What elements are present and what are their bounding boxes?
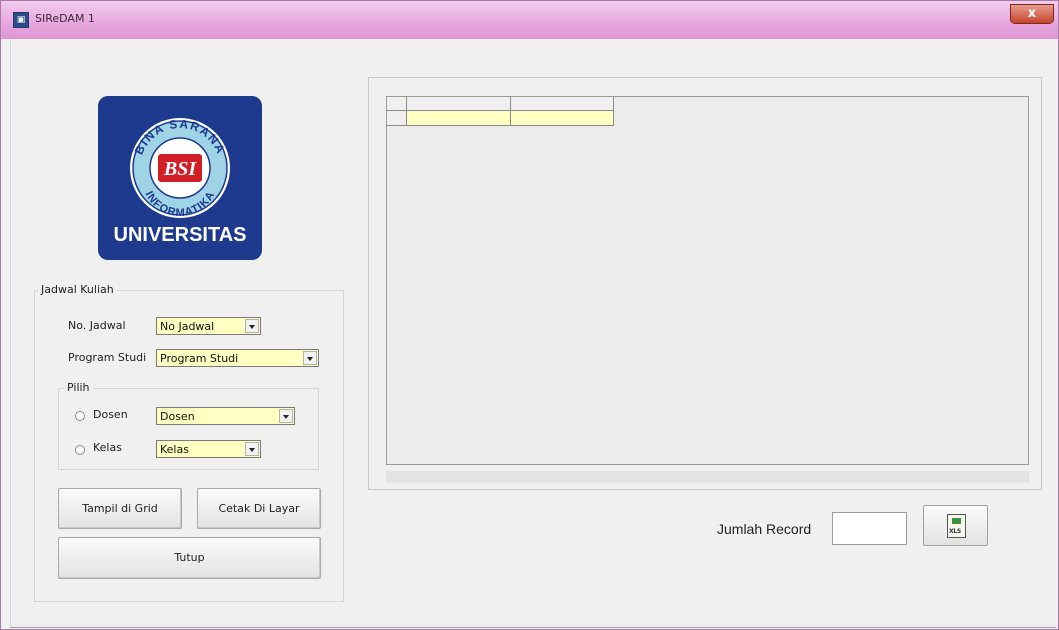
no-jadwal-combo[interactable]: No Jadwal [156,317,261,335]
program-studi-combo[interactable]: Program Studi [156,349,319,367]
grid-horizontal-scrollbar[interactable] [386,471,1029,483]
title-bar[interactable]: ▣ SIReDAM 1 x [1,1,1058,39]
jumlah-record-field[interactable] [832,512,907,545]
app-icon: ▣ [13,12,29,28]
no-jadwal-label: No. Jadwal [68,319,126,332]
kelas-radio[interactable] [75,445,85,455]
program-studi-value: Program Studi [160,352,239,365]
program-studi-label: Program Studi [68,351,147,364]
dropdown-arrow-icon[interactable] [279,409,293,423]
bsi-logo: BINA SARANA INFORMATIKA BSI UNIVERSITAS [98,96,262,260]
no-jadwal-value: No Jadwal [160,320,215,333]
dosen-radio-label: Dosen [93,408,128,421]
jumlah-record-label: Jumlah Record [717,521,812,537]
tutup-button[interactable]: Tutup [58,537,321,579]
dropdown-arrow-icon[interactable] [303,351,317,365]
kelas-radio-label: Kelas [93,441,122,454]
dosen-radio[interactable] [75,411,85,421]
tampil-grid-button-label: Tampil di Grid [82,502,158,515]
logo-center-text: BSI [163,158,197,180]
dropdown-arrow-icon[interactable] [245,319,259,333]
cetak-layar-button[interactable]: Cetak Di Layar [197,488,321,529]
grid-column-header[interactable] [511,97,614,111]
client-bottom-border [10,627,1056,628]
pilih-legend: Pilih [64,381,93,394]
tampil-grid-button[interactable]: Tampil di Grid [58,488,182,529]
grid-row-header[interactable] [387,111,407,126]
grid-cell[interactable] [511,111,614,126]
excel-file-icon: XLS [947,514,966,538]
grid-corner-cell[interactable] [387,97,407,111]
cetak-layar-button-label: Cetak Di Layar [218,502,300,515]
dosen-combo[interactable]: Dosen [156,407,295,425]
kelas-value: Kelas [160,443,189,456]
close-button[interactable]: x [1010,4,1054,24]
tutup-button-label: Tutup [174,551,205,564]
jadwal-kuliah-legend: Jadwal Kuliah [38,283,117,296]
data-grid[interactable] [386,96,1029,465]
window-title: SIReDAM 1 [35,12,95,25]
dosen-value: Dosen [160,410,195,423]
logo-caption: UNIVERSITAS [113,224,247,246]
kelas-combo[interactable]: Kelas [156,440,261,458]
grid-column-header[interactable] [407,97,511,111]
export-excel-button[interactable]: XLS [923,505,988,546]
main-window: ▣ SIReDAM 1 x BINA SARANA INFORMATIKA BS… [0,0,1059,630]
dropdown-arrow-icon[interactable] [245,442,259,456]
excel-icon-text: XLS [949,528,961,535]
grid-cell[interactable] [407,111,511,126]
